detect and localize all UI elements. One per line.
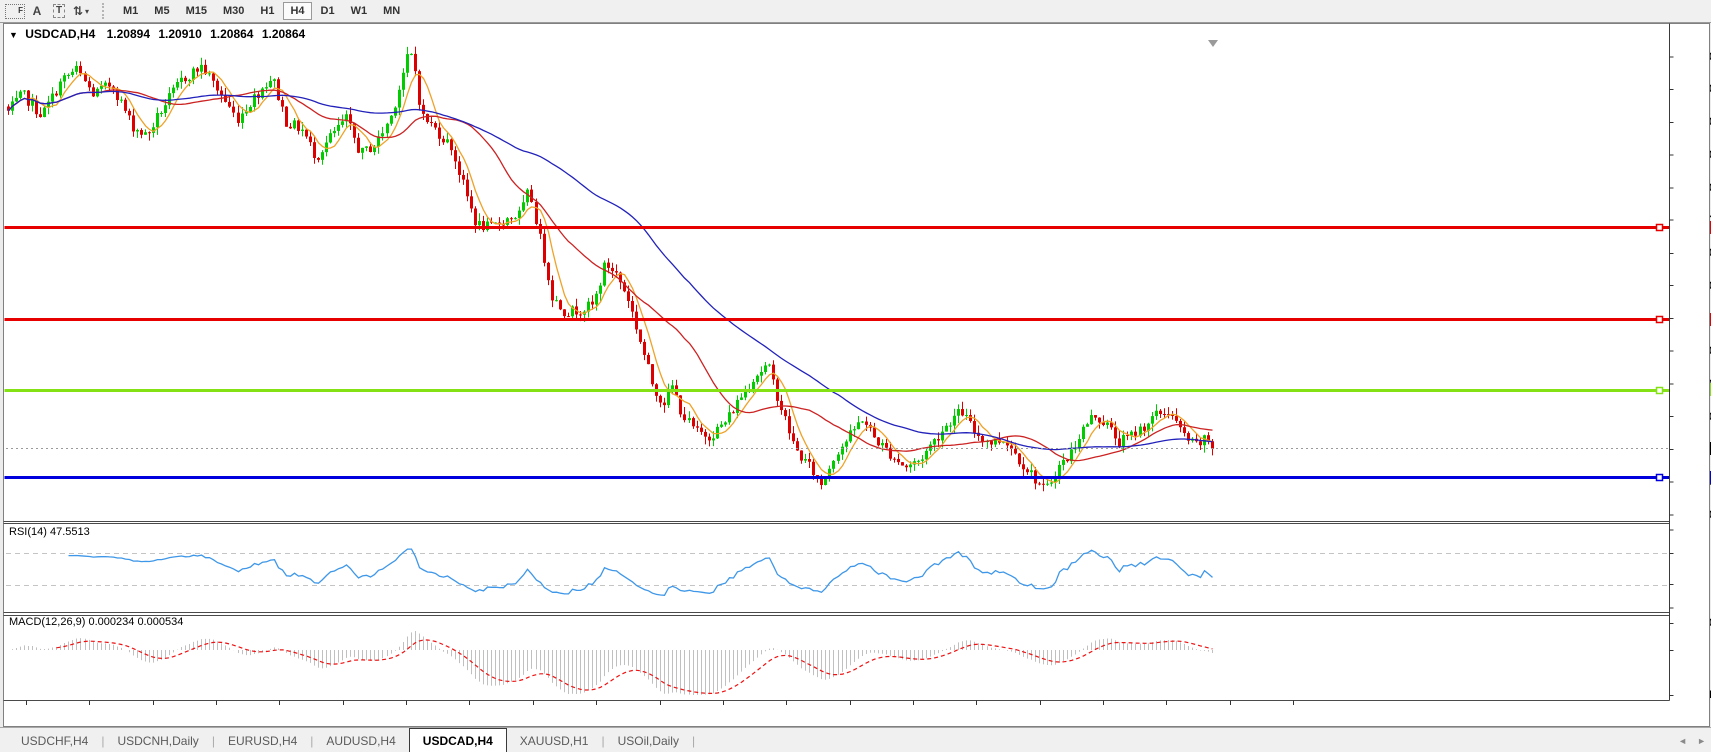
timeframe-button-H4[interactable]: H4 bbox=[283, 2, 311, 20]
macd-value-1: 0.000234 bbox=[88, 616, 134, 628]
rsi-value: 47.5513 bbox=[50, 526, 90, 538]
label-glyph: T bbox=[53, 4, 65, 18]
timeframe-button-M15[interactable]: M15 bbox=[179, 2, 214, 20]
symbol-dropdown-icon[interactable]: ▼ bbox=[9, 30, 18, 40]
macd-value-2: 0.000534 bbox=[137, 616, 183, 628]
chart-title: ▼ USDCAD,H4 1.20894 1.20910 1.20864 1.20… bbox=[9, 27, 305, 41]
timeframe-button-H1[interactable]: H1 bbox=[253, 2, 281, 20]
timeframe-button-M5[interactable]: M5 bbox=[147, 2, 176, 20]
quote-open: 1.20894 bbox=[107, 27, 150, 41]
chart-canvas[interactable] bbox=[0, 0, 1711, 752]
timeframe-button-M1[interactable]: M1 bbox=[116, 2, 145, 20]
quote-close: 1.20864 bbox=[262, 27, 305, 41]
symbol-tab-bar: USDCHF,H4|USDCNH,Daily|EURUSD,H4|AUDUSD,… bbox=[0, 727, 1711, 752]
fibonacci-glyph: F bbox=[5, 4, 25, 19]
fibonacci-tool-icon[interactable]: F bbox=[5, 2, 25, 20]
tab-eurusd-h4[interactable]: EURUSD,H4 bbox=[215, 728, 310, 752]
tab-usdcnh-daily[interactable]: USDCNH,Daily bbox=[104, 728, 211, 752]
chart-symbol: USDCAD,H4 bbox=[25, 27, 95, 41]
tab-scroll-right-icon[interactable]: ► bbox=[1692, 728, 1711, 752]
label-tool-icon[interactable]: T bbox=[49, 2, 69, 20]
tab-usdcad-h4[interactable]: USDCAD,H4 bbox=[409, 728, 507, 752]
quote-high: 1.20910 bbox=[158, 27, 201, 41]
timeframe-button-W1[interactable]: W1 bbox=[344, 2, 375, 20]
terminal-window: FAT ⇅▾ M1M5M15M30H1H4D1W1MN ▼ USDCAD,H4 1… bbox=[0, 0, 1711, 752]
timeframe-button-MN[interactable]: MN bbox=[376, 2, 407, 20]
tab-usoil-daily[interactable]: USOil,Daily bbox=[605, 728, 692, 752]
tab-usdchf-h4[interactable]: USDCHF,H4 bbox=[8, 728, 101, 752]
toolbar-grip bbox=[102, 3, 109, 19]
dropdown-caret-icon[interactable]: ▾ bbox=[85, 7, 89, 16]
timeframe-button-D1[interactable]: D1 bbox=[314, 2, 342, 20]
macd-label: MACD(12,26,9) 0.000234 0.000534 bbox=[9, 616, 183, 628]
arrows-tool-icon[interactable]: ⇅▾ bbox=[71, 2, 91, 20]
quote-low: 1.20864 bbox=[210, 27, 253, 41]
tab-xauusd-h1[interactable]: XAUUSD,H1 bbox=[507, 728, 602, 752]
timeframe-button-M30[interactable]: M30 bbox=[216, 2, 251, 20]
tab-scroll-left-icon[interactable]: ◄ bbox=[1673, 728, 1692, 752]
toolbar: FAT ⇅▾ M1M5M15M30H1H4D1W1MN bbox=[0, 0, 1711, 23]
tab-audusd-h4[interactable]: AUDUSD,H4 bbox=[313, 728, 408, 752]
text-tool-icon[interactable]: A bbox=[27, 2, 47, 20]
rsi-label: RSI(14) 47.5513 bbox=[9, 526, 90, 538]
